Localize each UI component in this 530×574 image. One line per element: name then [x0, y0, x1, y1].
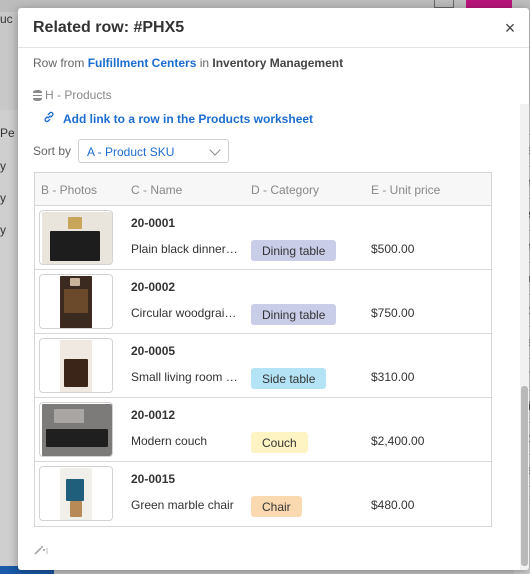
table-header: B - Photos C - Name D - Category E - Uni…	[35, 173, 491, 206]
column-header-category[interactable]: D - Category	[251, 183, 319, 197]
row-name: Modern couch	[131, 434, 208, 448]
link-icon	[43, 111, 55, 126]
background-left-text: y	[0, 191, 6, 205]
scrollbar-thumb[interactable]	[521, 386, 528, 566]
background-left-text: y	[0, 223, 6, 237]
row-name: Circular woodgrai…	[131, 306, 237, 320]
row-sku: 20-0012	[131, 408, 176, 422]
row-unit-price: $500.00	[371, 242, 415, 256]
background-brand-button	[466, 0, 512, 8]
background-left-text: uc	[0, 12, 13, 26]
source-in: in	[196, 56, 213, 70]
table-row[interactable]: 20-0015 Green marble chair Chair $480.00	[35, 462, 491, 526]
sort-select-value: A - Product SKU	[87, 145, 175, 159]
row-unit-price: $310.00	[371, 370, 415, 384]
row-unit-price: $750.00	[371, 306, 415, 320]
photo-content	[70, 278, 80, 286]
product-photo-thumbnail[interactable]	[39, 338, 113, 393]
dialog-scrollbar[interactable]	[520, 104, 529, 570]
database-icon	[33, 89, 42, 101]
column-header-photos[interactable]: B - Photos	[41, 183, 97, 197]
table-row[interactable]: 20-0012 Modern couch Couch $2,400.00	[35, 398, 491, 462]
field-label-text: H - Products	[45, 88, 112, 102]
close-button[interactable]: ×	[501, 19, 519, 37]
photo-content	[50, 231, 100, 261]
add-link-label: Add link to a row in the Products worksh…	[63, 111, 314, 126]
source-line: Row from Fulfillment Centers in Inventor…	[33, 56, 343, 70]
row-sku: 20-0002	[131, 280, 176, 294]
row-unit-price: $480.00	[371, 498, 415, 512]
related-row-dialog: Related row: #PHX5 × Row from Fulfillmen…	[18, 8, 529, 570]
product-photo-thumbnail[interactable]	[39, 274, 113, 329]
photo-content	[64, 359, 88, 387]
magic-wand-icon[interactable]	[34, 545, 48, 558]
category-badge: Dining table	[251, 304, 337, 325]
add-link-button[interactable]: Add link to a row in the Products worksh…	[43, 111, 313, 126]
source-table-link[interactable]: Fulfillment Centers	[88, 56, 197, 70]
product-photo-thumbnail[interactable]	[39, 402, 113, 457]
sort-label: Sort by	[33, 144, 72, 158]
column-header-name[interactable]: C - Name	[131, 183, 182, 197]
row-sku: 20-0005	[131, 344, 176, 358]
product-photo-thumbnail[interactable]	[39, 466, 113, 521]
table-row[interactable]: 20-0002 Circular woodgrai… Dining table $75…	[35, 270, 491, 334]
product-photo-thumbnail[interactable]	[39, 210, 113, 265]
close-icon: ×	[504, 18, 516, 38]
row-name: Green marble chair	[131, 498, 234, 512]
photo-content	[70, 501, 82, 517]
category-badge: Couch	[251, 432, 308, 453]
row-sku: 20-0015	[131, 472, 176, 486]
category-badge: Dining table	[251, 240, 337, 261]
row-name: Plain black dinner…	[131, 242, 238, 256]
category-badge: Side table	[251, 368, 327, 389]
source-prefix: Row from	[33, 56, 88, 70]
background-left-text: Pe	[0, 126, 15, 140]
photo-content	[66, 479, 84, 501]
related-rows-table: B - Photos C - Name D - Category E - Uni…	[34, 172, 492, 527]
row-unit-price: $2,400.00	[371, 434, 425, 448]
dialog-header: Related row: #PHX5 ×	[18, 8, 529, 48]
background-toolbar-icon	[434, 0, 454, 8]
table-row[interactable]: 20-0005 Small living room … Side table $310…	[35, 334, 491, 398]
background-left-column	[0, 110, 20, 574]
row-name: Small living room …	[131, 370, 238, 384]
column-header-unit-price[interactable]: E - Unit price	[371, 183, 440, 197]
photo-content	[64, 289, 88, 313]
row-sku: 20-0001	[131, 216, 176, 230]
photo-content	[46, 429, 108, 447]
photo-content	[68, 217, 82, 229]
field-label: H - Products	[33, 88, 112, 102]
dialog-title: Related row: #PHX5	[33, 19, 185, 36]
photo-content	[54, 409, 84, 423]
sort-select[interactable]: A - Product SKU	[78, 139, 229, 163]
table-row[interactable]: 20-0001 Plain black dinner… Dining table $5…	[35, 206, 491, 270]
source-workspace: Inventory Management	[212, 56, 344, 70]
category-badge: Chair	[251, 496, 302, 517]
chevron-down-icon	[209, 144, 221, 156]
background-left-text: y	[0, 159, 6, 173]
